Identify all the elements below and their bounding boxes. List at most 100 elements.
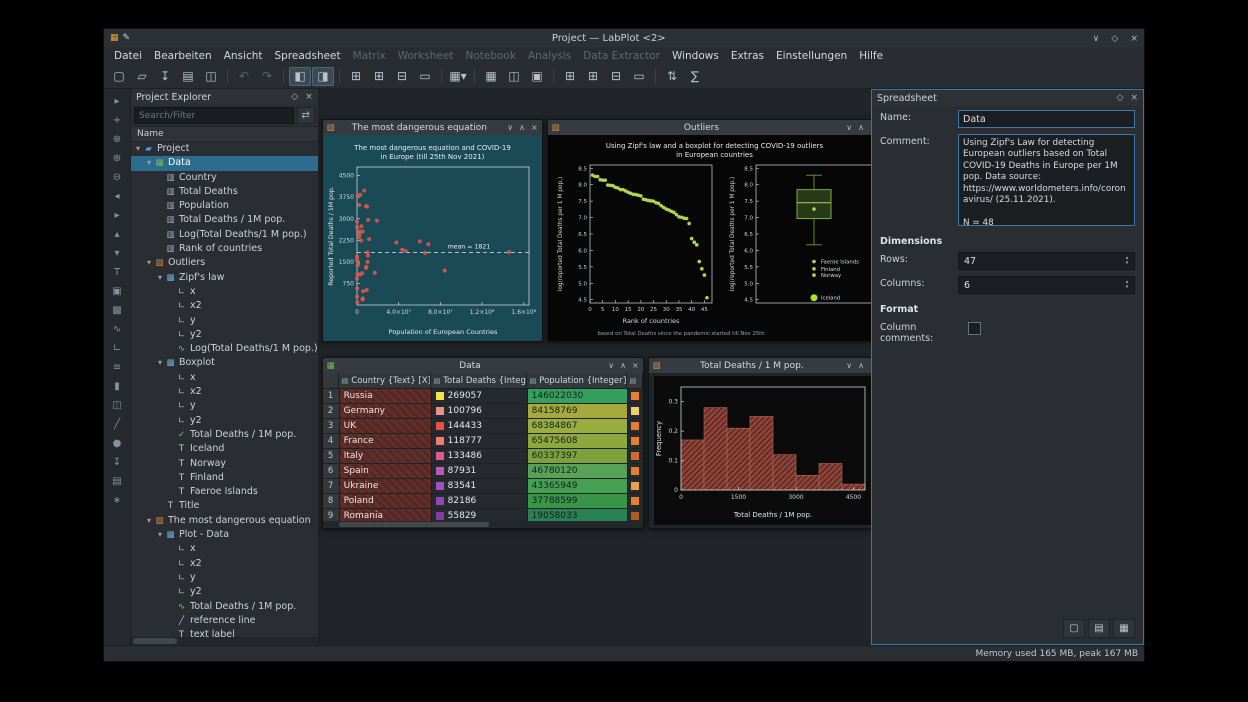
country-cell[interactable]: Germany [340,404,432,418]
tree-expander-icon[interactable]: ▾ [144,514,154,528]
row-number[interactable]: 1 [323,389,340,403]
row-number[interactable]: 8 [323,494,340,508]
tree-item-y2[interactable]: ∟y2 [131,328,318,342]
row-number[interactable]: 5 [323,449,340,463]
total-deaths-cell[interactable]: 269057 [432,389,528,403]
population-cell[interactable]: 65475608 [528,434,628,448]
population-cell[interactable]: 60337397 [528,449,628,463]
load-template-button[interactable]: ▢ [1063,619,1085,638]
add-boxplot-tool[interactable]: ◫ [108,397,126,414]
country-cell[interactable]: Russia [340,389,432,403]
insert-column-right-button[interactable]: ⊞ [368,67,390,86]
extra-cell[interactable] [628,494,643,508]
remove-columns-button[interactable]: ⊟ [391,67,413,86]
filter-options-button[interactable]: ⇄ [297,107,315,124]
country-cell[interactable]: Spain [340,464,432,478]
subwindow-histogram[interactable]: ▧ Total Deaths / 1 M pop. ∨ ∧ × 00.10.20… [648,357,871,529]
add-axis-tool[interactable]: ∟ [108,340,126,357]
save-project-button[interactable]: ↧ [154,67,176,86]
tree-item-x2[interactable]: ∟x2 [131,557,318,571]
extra-cell[interactable] [628,419,643,433]
country-cell[interactable]: France [340,434,432,448]
columns-spinbox[interactable]: 6 ▴ ▾ [958,276,1135,294]
tree-item-total-deaths-1m-pop[interactable]: ∿Total Deaths / 1M pop. [131,600,318,614]
dock-float-button[interactable]: ◇ [1117,93,1124,103]
explorer-hscrollbar[interactable] [131,637,318,645]
subwindow-equation[interactable]: ▧ The most dangerous equation ∨ ∧ × The … [322,119,543,342]
toggle-properties-dock-button[interactable]: ◨ [312,67,334,86]
menu-matrix[interactable]: Matrix [347,49,392,63]
corner-cell[interactable] [323,373,339,388]
zoom-x-select-tool[interactable]: ⊕ [108,150,126,167]
tree-item-finland[interactable]: TFinland [131,471,318,485]
extra-cell[interactable] [628,449,643,463]
search-input[interactable] [134,107,294,124]
add-new-dropdown[interactable]: ▦▾ [447,67,469,86]
tree-item-title[interactable]: TTitle [131,499,318,513]
country-cell[interactable]: Ukraine [340,479,432,493]
subwindow-close-button[interactable]: × [870,123,871,132]
tree-item-x[interactable]: ∟x [131,285,318,299]
more-tools[interactable]: ∗ [108,492,126,509]
total-deaths-cell[interactable]: 87931 [432,464,528,478]
column-header-3[interactable]: ▤Population {Integer} [Y] [527,373,627,388]
extra-cell[interactable] [628,479,643,493]
close-button[interactable]: × [1130,34,1138,44]
population-cell[interactable]: 19058033 [528,509,628,521]
tree-item-y2[interactable]: ∟y2 [131,414,318,428]
extra-cell[interactable] [628,434,643,448]
add-legend-tool[interactable]: ≡ [108,359,126,376]
tree-item-outliers[interactable]: ▾▧Outliers [131,256,318,270]
tree-item-y[interactable]: ∟y [131,571,318,585]
tree-item-x2[interactable]: ∟x2 [131,385,318,399]
menu-extras[interactable]: Extras [725,49,770,63]
column-comments-checkbox[interactable] [968,322,981,335]
row-number[interactable]: 3 [323,419,340,433]
extra-cell[interactable] [628,509,643,521]
tree-item-iceland[interactable]: TIceland [131,442,318,456]
subwindow-minimize-button[interactable]: ∨ [507,123,513,132]
tree-expander-icon[interactable]: ▾ [155,356,165,370]
cascade-windows-button[interactable]: ◫ [503,67,525,86]
shift-right-x-tool[interactable]: ▸ [108,207,126,224]
shift-up-y-tool[interactable]: ▴ [108,226,126,243]
tree-expander-icon[interactable]: ▾ [133,142,143,156]
population-cell[interactable]: 46780120 [528,464,628,478]
country-cell[interactable]: Italy [340,449,432,463]
subwindow-maximize-button[interactable]: ∧ [858,361,864,370]
total-deaths-cell[interactable]: 82186 [432,494,528,508]
menu-ansicht[interactable]: Ansicht [218,49,269,63]
menu-hilfe[interactable]: Hilfe [853,49,889,63]
country-cell[interactable]: Romania [340,509,432,521]
subwindow-minimize-button[interactable]: ∨ [846,361,852,370]
menu-notebook[interactable]: Notebook [459,49,521,63]
country-cell[interactable]: UK [340,419,432,433]
tree-expander-icon[interactable]: ▾ [144,256,154,270]
print-tool[interactable]: ▤ [108,473,126,490]
row-number[interactable]: 9 [323,509,340,521]
tree-item-zipf-s-law[interactable]: ▾▩Zipf's law [131,271,318,285]
menu-bearbeiten[interactable]: Bearbeiten [148,49,218,63]
titlebar[interactable]: ▦ ✎ Project — LabPlot <2> ∨ ◇ × [104,29,1144,47]
tree-item-boxplot[interactable]: ▾▩Boxplot [131,356,318,370]
equation-canvas[interactable]: The most dangerous equation and COVID-19… [323,135,542,341]
tree-item-total-deaths[interactable]: ▥Total Deaths [131,185,318,199]
tree-item-log-total-deaths-1-m-pop[interactable]: ∿Log(Total Deaths/1 M pop.) [131,342,318,356]
subwindow-data[interactable]: ▦ Data ∨ ∧ × ▤Country {Text} [X]▤Total D… [322,357,644,529]
tree-item-faeroe-islands[interactable]: TFaeroe Islands [131,485,318,499]
save-template-button[interactable]: ▤ [1088,619,1110,638]
menu-data-extractor[interactable]: Data Extractor [577,49,666,63]
subwindow-close-button[interactable]: × [531,123,538,132]
menu-spreadsheet[interactable]: Spreadsheet [269,49,347,63]
clear-columns-button[interactable]: ▭ [414,67,436,86]
tree-item-project[interactable]: ▾▰Project [131,142,318,156]
add-text-label-tool[interactable]: T [108,264,126,281]
dock-close-button[interactable]: × [305,92,313,102]
crosshair-mode-tool[interactable]: + [108,112,126,129]
rows-spinbox[interactable]: 47 ▴ ▾ [958,252,1135,270]
insert-row-below-button[interactable]: ⊞ [582,67,604,86]
subwindow-outliers-titlebar[interactable]: ▧ Outliers ∨ ∧ × [548,120,871,135]
spin-down-icon[interactable]: ▾ [1126,261,1129,267]
subwindow-histogram-titlebar[interactable]: ▧ Total Deaths / 1 M pop. ∨ ∧ × [649,358,871,373]
tree-expander-icon[interactable]: ▾ [155,528,165,542]
